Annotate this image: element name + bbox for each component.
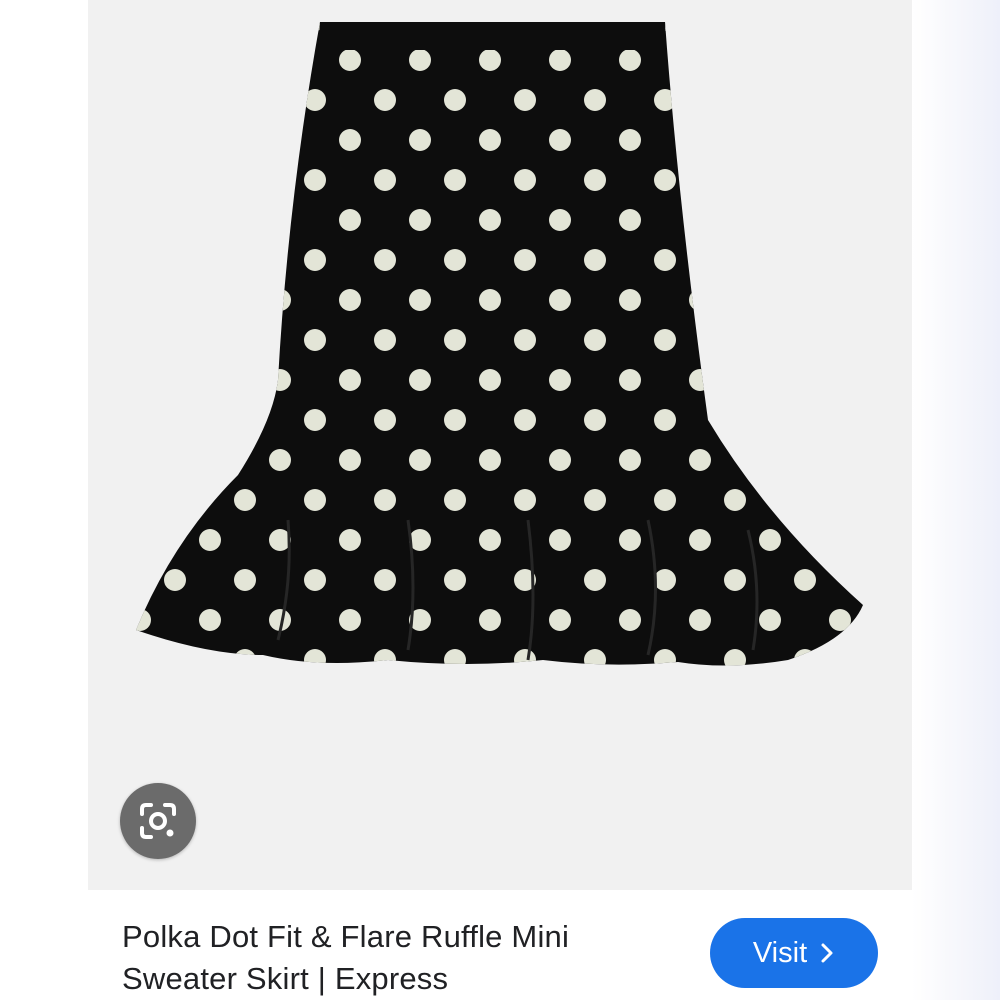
product-title-line-2: Sweater Skirt | Express xyxy=(122,961,449,996)
google-lens-button[interactable] xyxy=(120,783,196,859)
google-lens-icon xyxy=(140,803,176,839)
polka-dot-skirt-image[interactable] xyxy=(88,0,912,890)
chevron-right-icon xyxy=(821,943,833,963)
visit-button[interactable]: Visit xyxy=(710,918,878,988)
product-title-line-1: Polka Dot Fit & Flare Ruffle Mini xyxy=(122,919,570,954)
left-margin xyxy=(0,0,88,1000)
result-info-bar: Polka Dot Fit & Flare Ruffle Mini Sweate… xyxy=(88,890,912,1000)
skirt-shape xyxy=(136,22,863,666)
product-image-panel[interactable] xyxy=(88,0,912,890)
right-margin xyxy=(912,0,1000,1000)
visit-button-label: Visit xyxy=(752,936,808,969)
product-title[interactable]: Polka Dot Fit & Flare Ruffle Mini Sweate… xyxy=(122,916,682,1000)
